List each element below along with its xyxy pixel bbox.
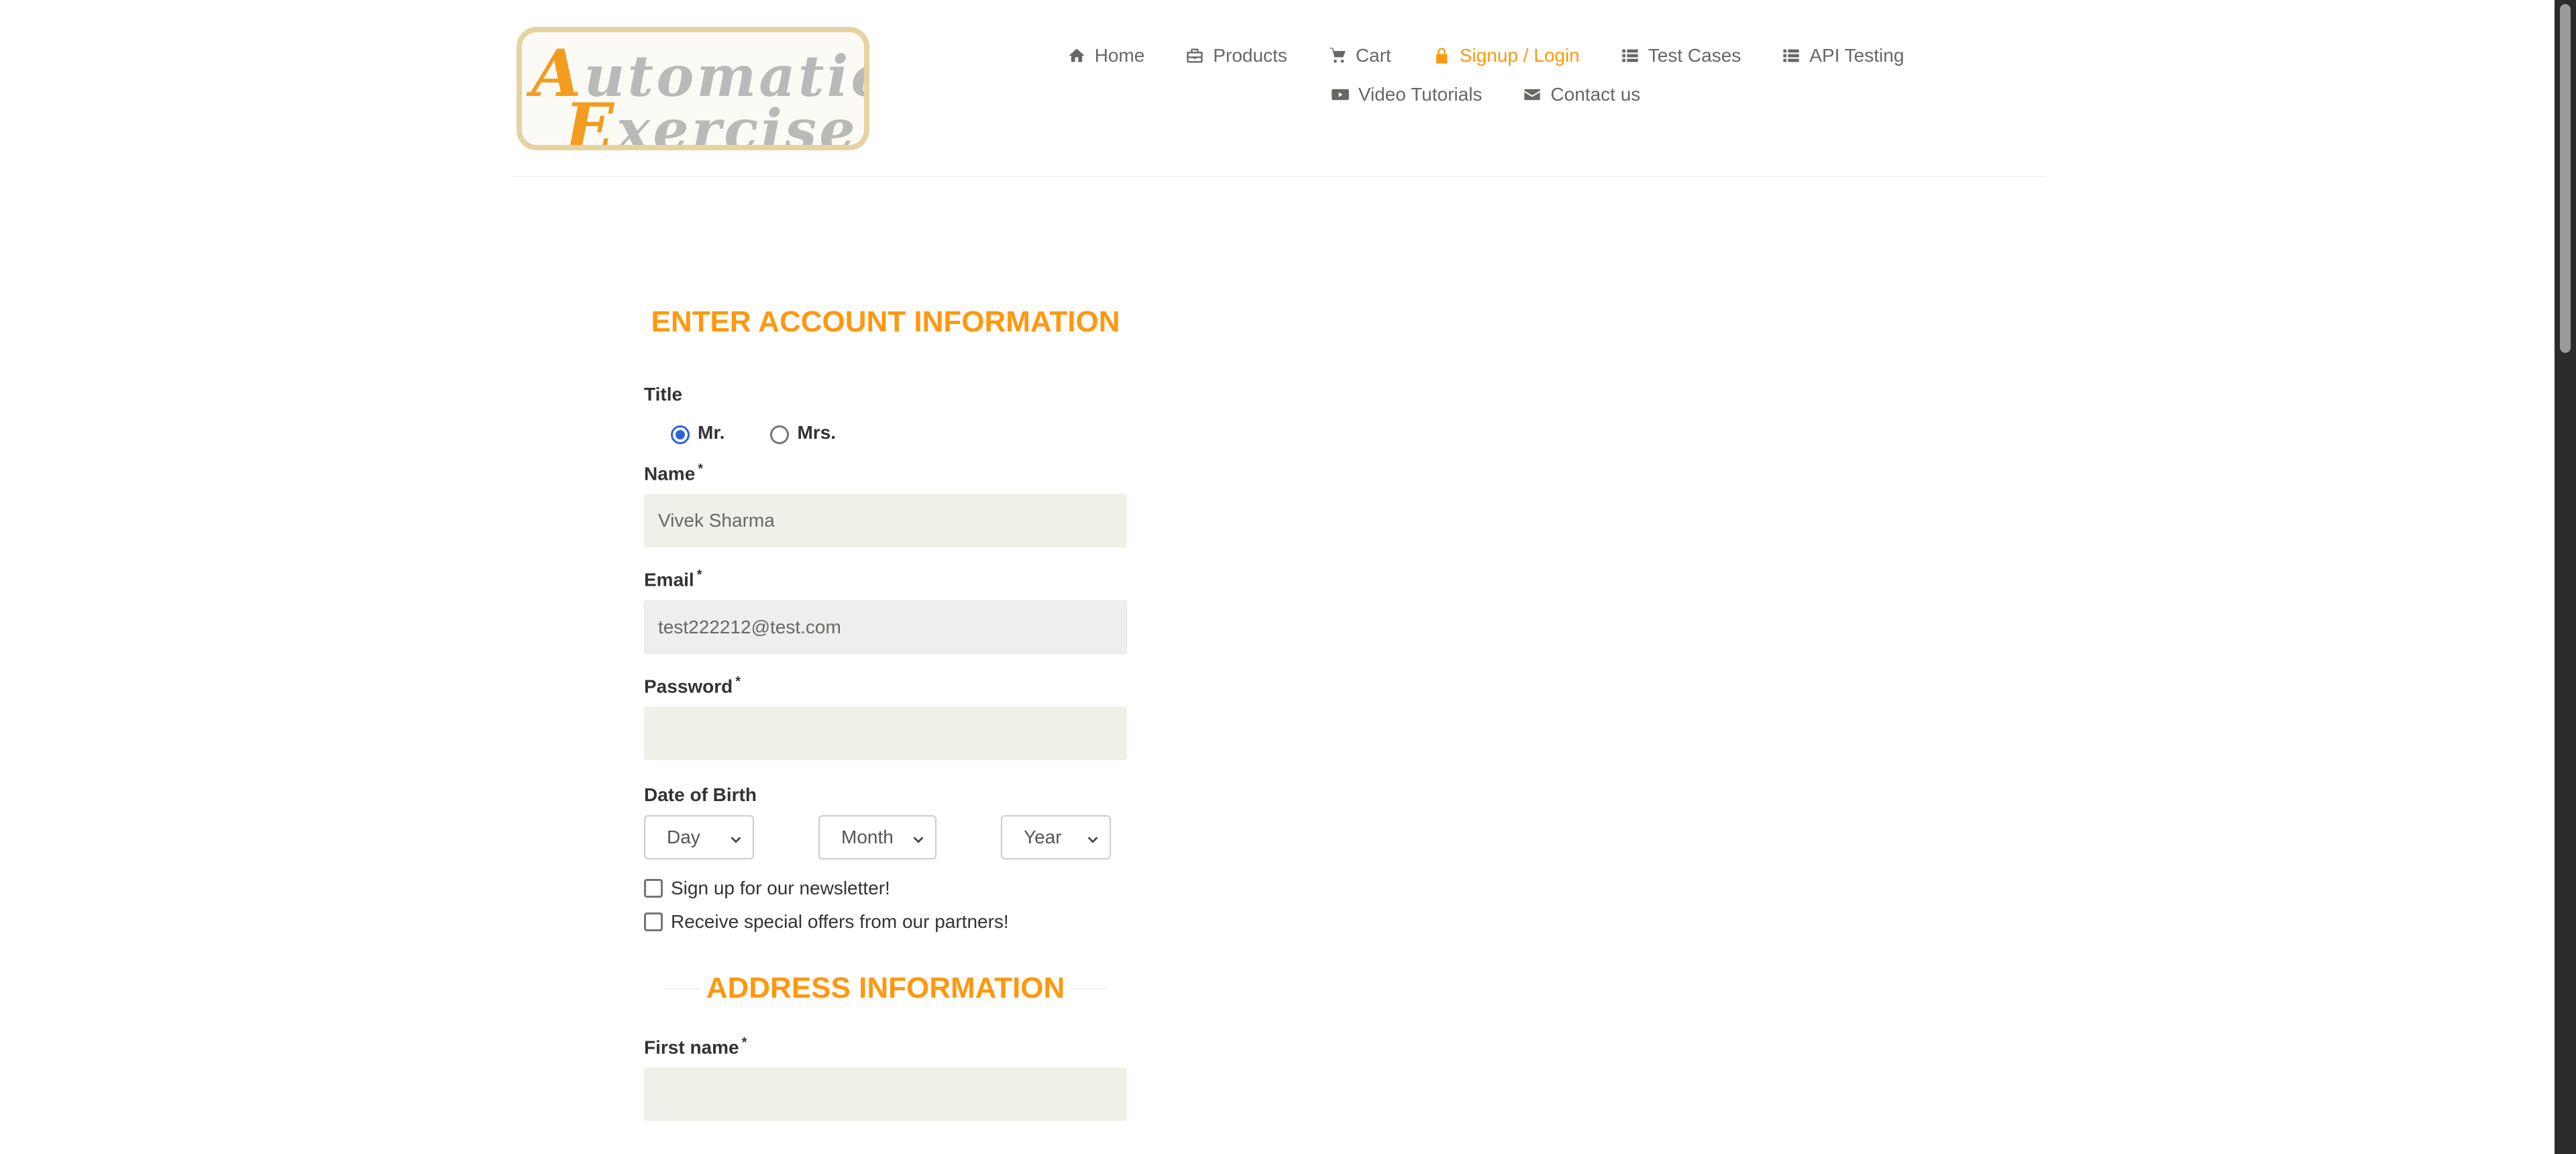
nav-item-api-testing[interactable]: API Testing <box>1781 45 1904 66</box>
special-offers-label: Receive special offers from our partners… <box>671 910 1009 932</box>
nav-item-label: Video Tutorials <box>1358 84 1483 105</box>
nav-item-label: Test Cases <box>1648 45 1741 66</box>
dob-month-select[interactable]: Month <box>818 815 936 859</box>
dob-selects: Day Month Year <box>644 815 1127 859</box>
chevron-down-icon <box>729 830 743 845</box>
site-header: Automation Exercise Home Products Cart <box>513 0 2046 177</box>
name-label: Name * <box>644 462 704 484</box>
chevron-down-icon <box>1085 830 1100 845</box>
home-icon <box>1067 46 1087 66</box>
password-label: Password * <box>644 674 741 696</box>
logo-line-2: Exercise <box>565 89 858 150</box>
nav-item-label: Cart <box>1355 45 1391 66</box>
nav-item-label: Signup / Login <box>1459 45 1580 66</box>
first-name-label: First name * <box>644 1035 747 1058</box>
page-scrollbar[interactable] <box>2555 0 2576 1154</box>
youtube-icon <box>1330 85 1350 105</box>
nav-item-label: Products <box>1213 45 1287 66</box>
nav-row-2: Video Tutorials Contact us <box>1049 75 1921 114</box>
nav-item-video-tutorials[interactable]: Video Tutorials <box>1330 84 1483 105</box>
nav-item-signup-login[interactable]: Signup / Login <box>1432 45 1580 66</box>
account-info-heading-wrap: Enter Account Information <box>644 295 1127 349</box>
nav-item-products[interactable]: Products <box>1185 45 1287 66</box>
site-logo[interactable]: Automation Exercise <box>517 27 869 150</box>
title-mr-radio[interactable] <box>671 425 690 444</box>
dob-day-value: Day <box>667 826 700 847</box>
address-info-heading-wrap: Address Information <box>644 961 1127 1015</box>
scrollbar-thumb[interactable] <box>2560 4 2571 353</box>
envelope-icon <box>1522 85 1542 105</box>
newsletter-checkbox[interactable] <box>644 878 663 898</box>
newsletter-label: Sign up for our newsletter! <box>671 877 890 898</box>
briefcase-icon <box>1185 46 1205 66</box>
cart-icon <box>1328 46 1348 66</box>
signup-form: Enter Account Information Title Mr. Mrs.… <box>644 295 1127 1122</box>
dob-year-value: Year <box>1024 826 1062 847</box>
chevron-down-icon <box>911 830 926 845</box>
dob-label: Date of Birth <box>644 784 757 805</box>
email-input[interactable]: test222212@test.com <box>644 600 1127 654</box>
first-name-input[interactable] <box>644 1067 1127 1122</box>
dob-month-value: Month <box>841 826 894 847</box>
newsletter-option[interactable]: Sign up for our newsletter! <box>644 872 1127 905</box>
address-info-heading: Address Information <box>699 961 1072 1015</box>
nav-row-1: Home Products Cart Signup / Login Test C… <box>1049 36 1921 75</box>
special-offers-checkbox[interactable] <box>644 912 663 931</box>
nav-item-label: Home <box>1094 45 1145 66</box>
lock-icon <box>1432 46 1452 66</box>
main-nav: Home Products Cart Signup / Login Test C… <box>1049 36 1921 114</box>
nav-item-contact-us[interactable]: Contact us <box>1522 84 1640 105</box>
nav-item-test-cases[interactable]: Test Cases <box>1620 45 1741 66</box>
password-input[interactable] <box>644 706 1127 760</box>
nav-item-label: API Testing <box>1809 45 1904 66</box>
special-offers-option[interactable]: Receive special offers from our partners… <box>644 905 1127 939</box>
nav-item-cart[interactable]: Cart <box>1328 45 1391 66</box>
title-mrs-label: Mrs. <box>797 422 837 443</box>
nav-item-home[interactable]: Home <box>1067 45 1145 66</box>
title-radio-group: Mr. Mrs. <box>644 421 1127 444</box>
title-mr-option[interactable]: Mr. <box>671 421 724 444</box>
list-icon <box>1620 46 1640 66</box>
account-info-heading: Enter Account Information <box>644 295 1127 349</box>
list-icon <box>1781 46 1801 66</box>
title-label: Title <box>644 384 683 405</box>
dob-day-select[interactable]: Day <box>644 815 754 859</box>
dob-year-select[interactable]: Year <box>1001 815 1111 859</box>
nav-item-label: Contact us <box>1550 84 1641 105</box>
title-mrs-option[interactable]: Mrs. <box>770 421 836 444</box>
name-input[interactable]: Vivek Sharma <box>644 494 1127 548</box>
email-label: Email * <box>644 568 702 590</box>
title-mrs-radio[interactable] <box>770 425 790 444</box>
title-mr-label: Mr. <box>698 422 725 443</box>
